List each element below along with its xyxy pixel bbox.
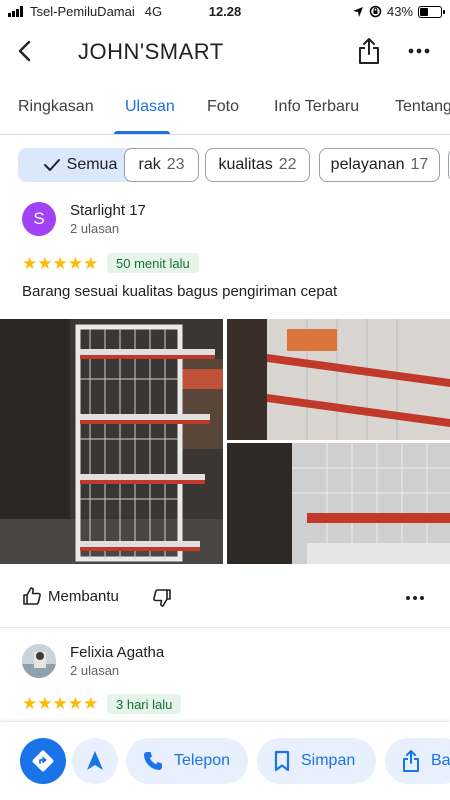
battery-icon: [418, 5, 445, 18]
save-button[interactable]: Simpan: [257, 738, 376, 784]
location-arrow-icon: [352, 6, 363, 17]
thumbs-down-icon[interactable]: [152, 588, 172, 608]
tab-info-terbaru[interactable]: Info Terbaru: [274, 98, 359, 116]
review-more-icon[interactable]: [402, 592, 428, 604]
tab-ringkasan[interactable]: Ringkasan: [18, 98, 94, 116]
chip-count: 22: [278, 156, 297, 173]
bottom-action-bar: Telepon Simpan Ba: [0, 722, 450, 800]
chip-kualitas[interactable]: kualitas 22: [205, 148, 310, 182]
review-time-badge: 3 hari lalu: [107, 694, 182, 714]
call-button[interactable]: Telepon: [126, 738, 248, 784]
reviewer-review-count: 2 ulasan: [70, 663, 120, 678]
tab-ulasan[interactable]: Ulasan: [125, 98, 175, 116]
review-actions: Membantu: [0, 584, 450, 614]
review-time-badge: 50 menit lalu: [107, 253, 199, 273]
review-photo[interactable]: [227, 319, 450, 440]
divider: [0, 627, 450, 628]
reviewer-name[interactable]: Felixia Agatha: [70, 644, 164, 661]
shelf-photo-image: [227, 319, 450, 440]
review-text: Barang sesuai kualitas bagus pengiriman …: [22, 283, 338, 300]
avatar[interactable]: S: [22, 202, 56, 236]
more-options-icon[interactable]: [404, 38, 434, 64]
helpful-label: Membantu: [48, 587, 119, 605]
orientation-lock-icon: [369, 5, 382, 18]
star-rating: ★★★★★: [22, 694, 99, 713]
tab-bar: Ringkasan Ulasan Foto Info Terbaru Tenta…: [0, 80, 450, 135]
share-icon[interactable]: [356, 36, 382, 66]
save-label: Simpan: [301, 752, 356, 769]
screen: Tsel-PemiluDamai 4G 12.28 43% JOHN'SMART…: [0, 0, 450, 800]
battery-percent: 43%: [386, 4, 413, 19]
reviewer-review-count: 2 ulasan: [70, 221, 120, 236]
tab-tentang[interactable]: Tentang: [395, 98, 450, 116]
shelf-photo-image: [227, 443, 450, 564]
check-icon: [43, 159, 60, 171]
chip-count: 23: [166, 156, 185, 173]
chip-count: 17: [410, 156, 429, 173]
review-photo[interactable]: [0, 319, 223, 564]
avatar[interactable]: [22, 644, 56, 678]
start-navigation-button[interactable]: [72, 738, 118, 784]
helpful-button[interactable]: Membantu: [22, 586, 119, 606]
chip-rak[interactable]: rak 23: [124, 148, 199, 182]
directions-icon: [32, 750, 54, 772]
share-label: Ba: [431, 752, 450, 769]
filter-chips: Semua rak 23 kualitas 22 pelayanan 17: [0, 144, 450, 186]
chip-label: Semua: [66, 156, 118, 173]
thumbs-up-icon: [23, 587, 41, 605]
tab-foto[interactable]: Foto: [207, 98, 239, 116]
page-title: JOHN'SMART: [78, 39, 224, 64]
chip-pelayanan[interactable]: pelayanan 17: [319, 148, 440, 182]
app-header: JOHN'SMART: [0, 24, 450, 80]
call-label: Telepon: [174, 752, 231, 769]
chip-label: pelayanan: [330, 156, 405, 173]
battery-level: [420, 7, 429, 16]
chip-label: kualitas: [218, 156, 273, 173]
navigation-arrow-icon: [87, 751, 103, 770]
bookmark-icon: [274, 750, 290, 772]
shelf-photo-image: [0, 319, 223, 564]
review-photo[interactable]: [227, 443, 450, 564]
back-arrow-icon[interactable]: [12, 37, 40, 65]
chip-label: rak: [138, 156, 161, 173]
avatar-photo: [22, 644, 56, 678]
reviewer-name[interactable]: Starlight 17: [70, 202, 146, 219]
phone-icon: [144, 752, 162, 770]
directions-button[interactable]: [20, 738, 66, 784]
share-icon: [403, 750, 419, 772]
share-place-button[interactable]: Ba: [385, 738, 450, 784]
star-rating: ★★★★★: [22, 254, 99, 273]
status-bar: Tsel-PemiluDamai 4G 12.28 43%: [0, 0, 450, 24]
active-tab-indicator: [114, 131, 170, 134]
